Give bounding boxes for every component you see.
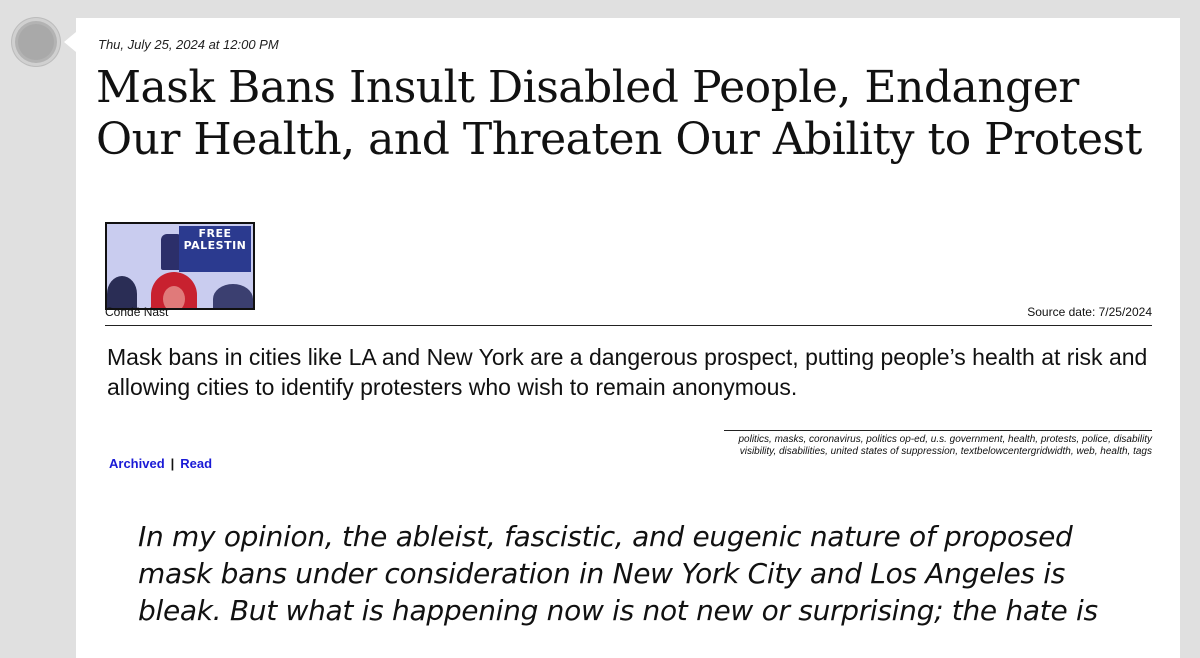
- post-card: Thu, July 25, 2024 at 12:00 PM Mask Bans…: [64, 18, 1180, 658]
- link-separator: |: [170, 456, 175, 471]
- article-quote: In my opinion, the ableist, fascistic, a…: [138, 520, 1098, 627]
- thumbnail-crowd-right: [213, 284, 253, 308]
- article-links: Archived | Read: [109, 456, 212, 471]
- article-thumbnail[interactable]: FREE PALESTIN: [105, 222, 255, 310]
- tag-list: politics, masks, coronavirus, politics o…: [724, 430, 1152, 458]
- read-link[interactable]: Read: [180, 456, 212, 471]
- article-summary: Mask bans in cities like LA and New York…: [107, 344, 1148, 400]
- publisher-name: Condé Nast: [105, 305, 169, 319]
- divider: [105, 325, 1152, 326]
- article-title: Mask Bans Insult Disabled People, Endang…: [96, 62, 1142, 165]
- archived-link[interactable]: Archived: [109, 456, 165, 471]
- user-avatar[interactable]: [12, 18, 60, 66]
- source-date: Source date: 7/25/2024: [1027, 305, 1152, 319]
- thumbnail-sign-text: FREE PALESTIN: [183, 227, 247, 252]
- post-date: Thu, July 25, 2024 at 12:00 PM: [98, 37, 279, 52]
